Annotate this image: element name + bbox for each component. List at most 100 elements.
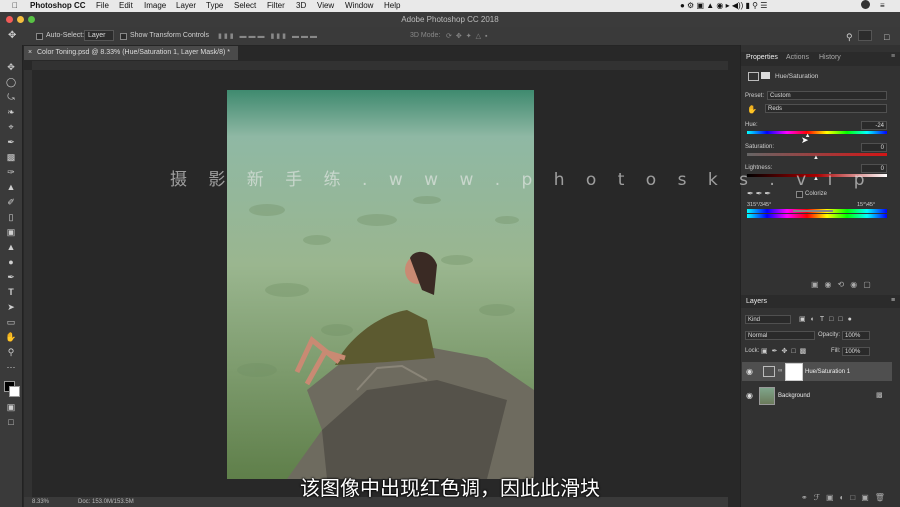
saturation-label: Saturation: [745, 144, 775, 150]
hand-tool-icon[interactable]: ✋ [4, 331, 18, 343]
menu-layer[interactable]: Layer [176, 1, 196, 10]
dodge-tool-icon[interactable]: ● [4, 256, 18, 268]
menu-image[interactable]: Image [144, 1, 166, 10]
tab-properties[interactable]: Properties [746, 54, 778, 61]
status-icons: ● ⚙ ▣ ▲ ◉ ▸ ◀)) ▮ ⚲ ☰ [680, 1, 768, 10]
hue-value[interactable]: -24 [861, 121, 887, 130]
healing-tool-icon[interactable]: ▩ [4, 151, 18, 163]
document-close-icon[interactable]: × [28, 49, 32, 56]
color-range-bar-bottom [747, 214, 887, 218]
fill-input[interactable]: 100% [842, 347, 870, 356]
gradient-tool-icon[interactable]: ▣ [4, 226, 18, 238]
screen-mode-icon[interactable]: □ [4, 416, 18, 428]
type-tool-icon[interactable]: T [4, 286, 18, 298]
video-subtitle: 该图像中出现红色调，因此此滑块 [300, 476, 600, 500]
layer-mask-icon[interactable] [761, 72, 770, 79]
lock-icons[interactable]: ▣✒✥□▩ [761, 347, 810, 355]
layer-name[interactable]: Background [778, 393, 810, 399]
eyedropper-tool-icon[interactable]: ✒ [4, 136, 18, 148]
brush-tool-icon[interactable]: ✑ [4, 166, 18, 178]
move-tool-icon[interactable]: ✥ [8, 30, 16, 41]
background-color-swatch[interactable] [9, 386, 20, 397]
lock-label: Lock: [745, 348, 760, 354]
auto-select-label: Auto-Select: [46, 32, 85, 39]
panel-menu-icon[interactable]: ≡ [891, 53, 895, 60]
history-brush-tool-icon[interactable]: ✐ [4, 196, 18, 208]
visibility-eye-icon[interactable]: ◉ [746, 367, 753, 376]
share-icon[interactable]: □ [884, 32, 889, 42]
document-image[interactable] [227, 90, 534, 479]
blend-mode-dropdown[interactable]: Normal [745, 331, 815, 340]
saturation-value[interactable]: 0 [861, 143, 887, 152]
layer-name[interactable]: Hue/Saturation 1 [805, 369, 850, 375]
apple-icon[interactable]:  [12, 1, 18, 10]
auto-select-dropdown[interactable]: Layer [84, 30, 114, 41]
menu-type[interactable]: Type [206, 1, 223, 10]
properties-footer-icons[interactable]: ▣◉⟲◉▢ [811, 280, 877, 289]
saturation-slider-thumb[interactable]: ▲ [813, 155, 819, 161]
lasso-tool-icon[interactable]: ⤿ [4, 91, 18, 103]
on-image-adjust-icon[interactable]: ✋ [747, 105, 757, 114]
layer-filter-dropdown[interactable]: Kind [745, 315, 791, 324]
menu-view[interactable]: View [317, 1, 334, 10]
tab-history[interactable]: History [819, 54, 841, 61]
menu-window[interactable]: Window [345, 1, 373, 10]
path-select-tool-icon[interactable]: ➤ [4, 301, 18, 313]
layer-row[interactable]: ◉ Background ▩ [742, 386, 892, 405]
menu-edit[interactable]: Edit [119, 1, 133, 10]
layer-mask-thumbnail[interactable] [785, 363, 803, 381]
color-range-slider[interactable] [793, 210, 833, 212]
document-tab[interactable]: × Color Toning.psd @ 8.33% (Hue/Saturati… [24, 46, 238, 60]
tab-actions[interactable]: Actions [786, 54, 809, 61]
layers-panel-title[interactable]: Layers [746, 298, 767, 305]
watermark: 摄 影 新 手 练 . w w w . p h o t o s k s . v … [170, 170, 873, 190]
3d-mode-icons[interactable]: ⟳✥✦△▪ [446, 32, 491, 40]
stamp-tool-icon[interactable]: ▲ [4, 181, 18, 193]
preset-dropdown[interactable]: Custom [767, 91, 887, 100]
menu-select[interactable]: Select [234, 1, 256, 10]
quick-mask-icon[interactable]: ▣ [4, 401, 18, 413]
auto-select-checkbox[interactable] [36, 33, 43, 40]
layer-row[interactable]: ◉ ∞ Hue/Saturation 1 [742, 362, 892, 381]
zoom-tool-icon[interactable]: ⚲ [4, 346, 18, 358]
eyedropper-icons[interactable]: ✒✒✒ [747, 189, 773, 198]
user-avatar[interactable] [861, 0, 870, 9]
channel-dropdown[interactable]: Reds [765, 104, 887, 113]
hue-slider-track[interactable] [747, 131, 887, 134]
quick-select-tool-icon[interactable]: ❧ [4, 106, 18, 118]
marquee-tool-icon[interactable]: ◯ [4, 76, 18, 88]
menu-filter[interactable]: Filter [267, 1, 285, 10]
notification-icon[interactable]: ≡ [880, 1, 885, 10]
layer-filter-icons[interactable]: ▣◐T□□● [799, 315, 857, 323]
layers-menu-icon[interactable]: ≡ [891, 297, 895, 304]
window-title: Adobe Photoshop CC 2018 [401, 15, 499, 24]
eraser-tool-icon[interactable]: ▯ [4, 211, 18, 223]
menu-3d[interactable]: 3D [296, 1, 306, 10]
3d-mode-label: 3D Mode: [410, 32, 441, 39]
move-tool-icon[interactable]: ✥ [4, 61, 18, 73]
hue-saturation-adjust-icon [748, 72, 759, 81]
vertical-ruler [24, 70, 32, 497]
colorize-checkbox[interactable] [796, 191, 803, 198]
crop-tool-icon[interactable]: ⌖ [4, 121, 18, 133]
visibility-eye-icon[interactable]: ◉ [746, 391, 753, 400]
menu-file[interactable]: File [96, 1, 109, 10]
align-icons[interactable]: ▮▮▮ ▬▬▬ ▮▮▮ ▬▬▬ [218, 32, 319, 40]
menu-app-name[interactable]: Photoshop CC [30, 1, 86, 10]
range-right-label: 15°\45° [857, 202, 876, 208]
workspace-dropdown[interactable] [858, 30, 872, 41]
shape-tool-icon[interactable]: ▭ [4, 316, 18, 328]
opacity-input[interactable]: 100% [842, 331, 870, 340]
mac-menubar:  Photoshop CC File Edit Image Layer Typ… [0, 0, 900, 12]
hue-label: Hue: [745, 122, 758, 128]
search-icon[interactable]: ⚲ [846, 32, 853, 43]
adjustment-layer-icon [763, 366, 775, 377]
pen-tool-icon[interactable]: ✒ [4, 271, 18, 283]
show-transform-label: Show Transform Controls [130, 32, 209, 39]
colorize-label: Colorize [805, 191, 828, 197]
show-transform-checkbox[interactable] [120, 33, 127, 40]
menu-help[interactable]: Help [384, 1, 400, 10]
blur-tool-icon[interactable]: ▲ [4, 241, 18, 253]
more-tools-icon[interactable]: ⋯ [4, 361, 18, 373]
chain-link-icon[interactable]: ∞ [778, 368, 782, 374]
